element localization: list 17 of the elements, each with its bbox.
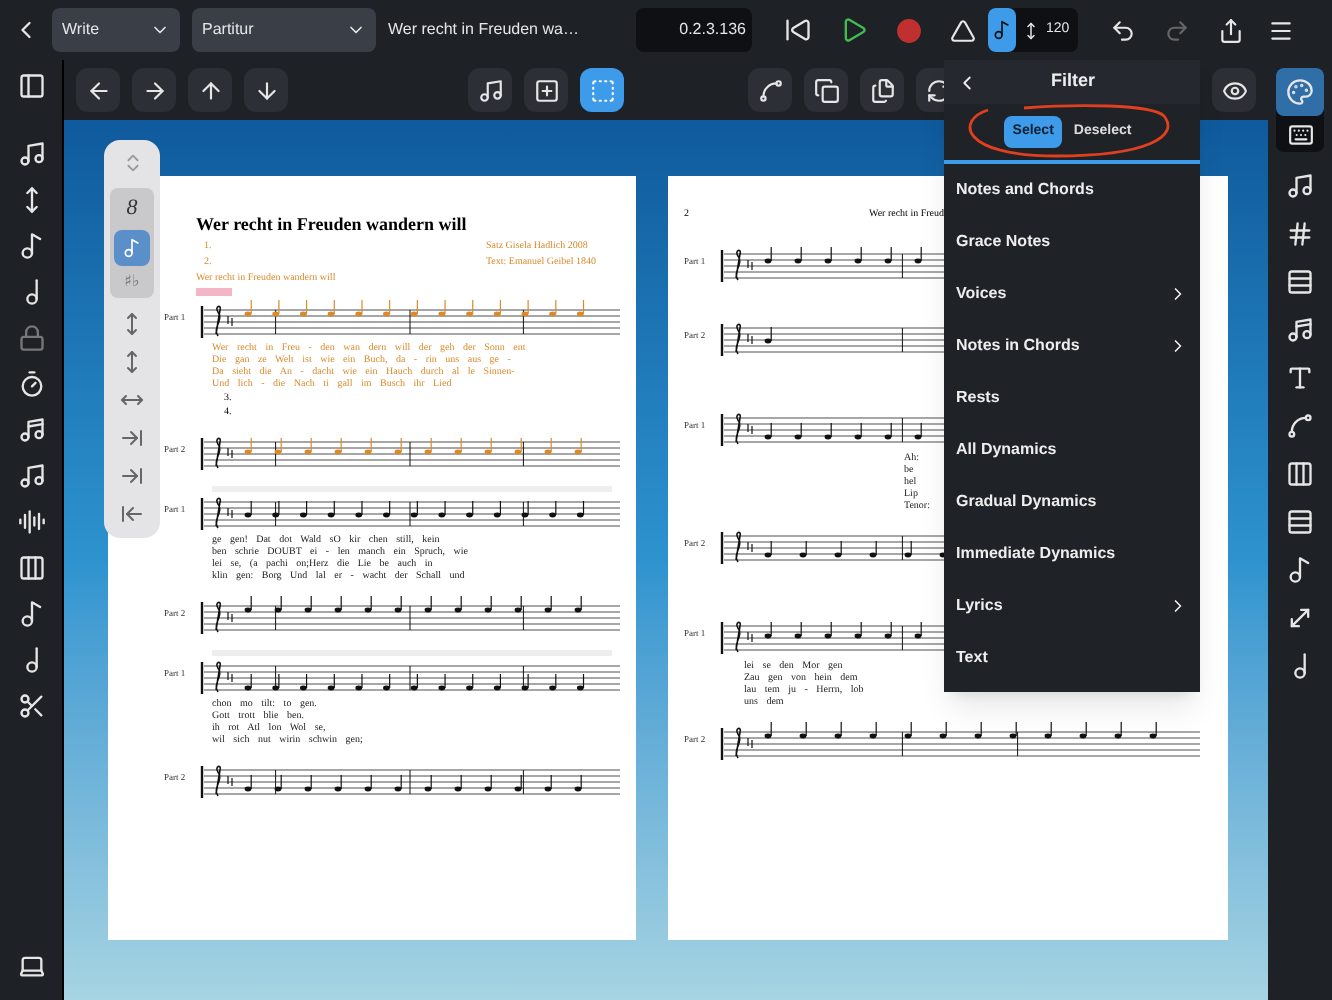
filter-item[interactable]: Grace Notes [944,216,1200,268]
mode-dropdown[interactable]: Write [52,8,180,52]
filter-item[interactable]: Rests [944,372,1200,424]
filter-item[interactable]: Gradual Dynamics [944,476,1200,528]
filter-item[interactable]: Notes and Chords [944,164,1200,216]
filter-item[interactable]: Lyrics [944,580,1200,632]
layout-dropdown[interactable]: Partitur [192,8,376,52]
menu-title: Filter [1048,68,1097,95]
score-title: Wer recht in Freuden wandern will [196,212,469,238]
filter-item[interactable]: Notes in Chords [944,320,1200,372]
filter-item[interactable]: Immediate Dynamics [944,528,1200,580]
octave-button[interactable]: 8 [126,192,138,225]
filter-item[interactable]: Voices [944,268,1200,320]
project-title: Wer recht in Freuden wa… [388,18,581,42]
position-display: 0.2.3.136 [636,8,752,52]
filter-item[interactable]: Text [944,632,1200,684]
filter-item[interactable]: All Dynamics [944,424,1200,476]
